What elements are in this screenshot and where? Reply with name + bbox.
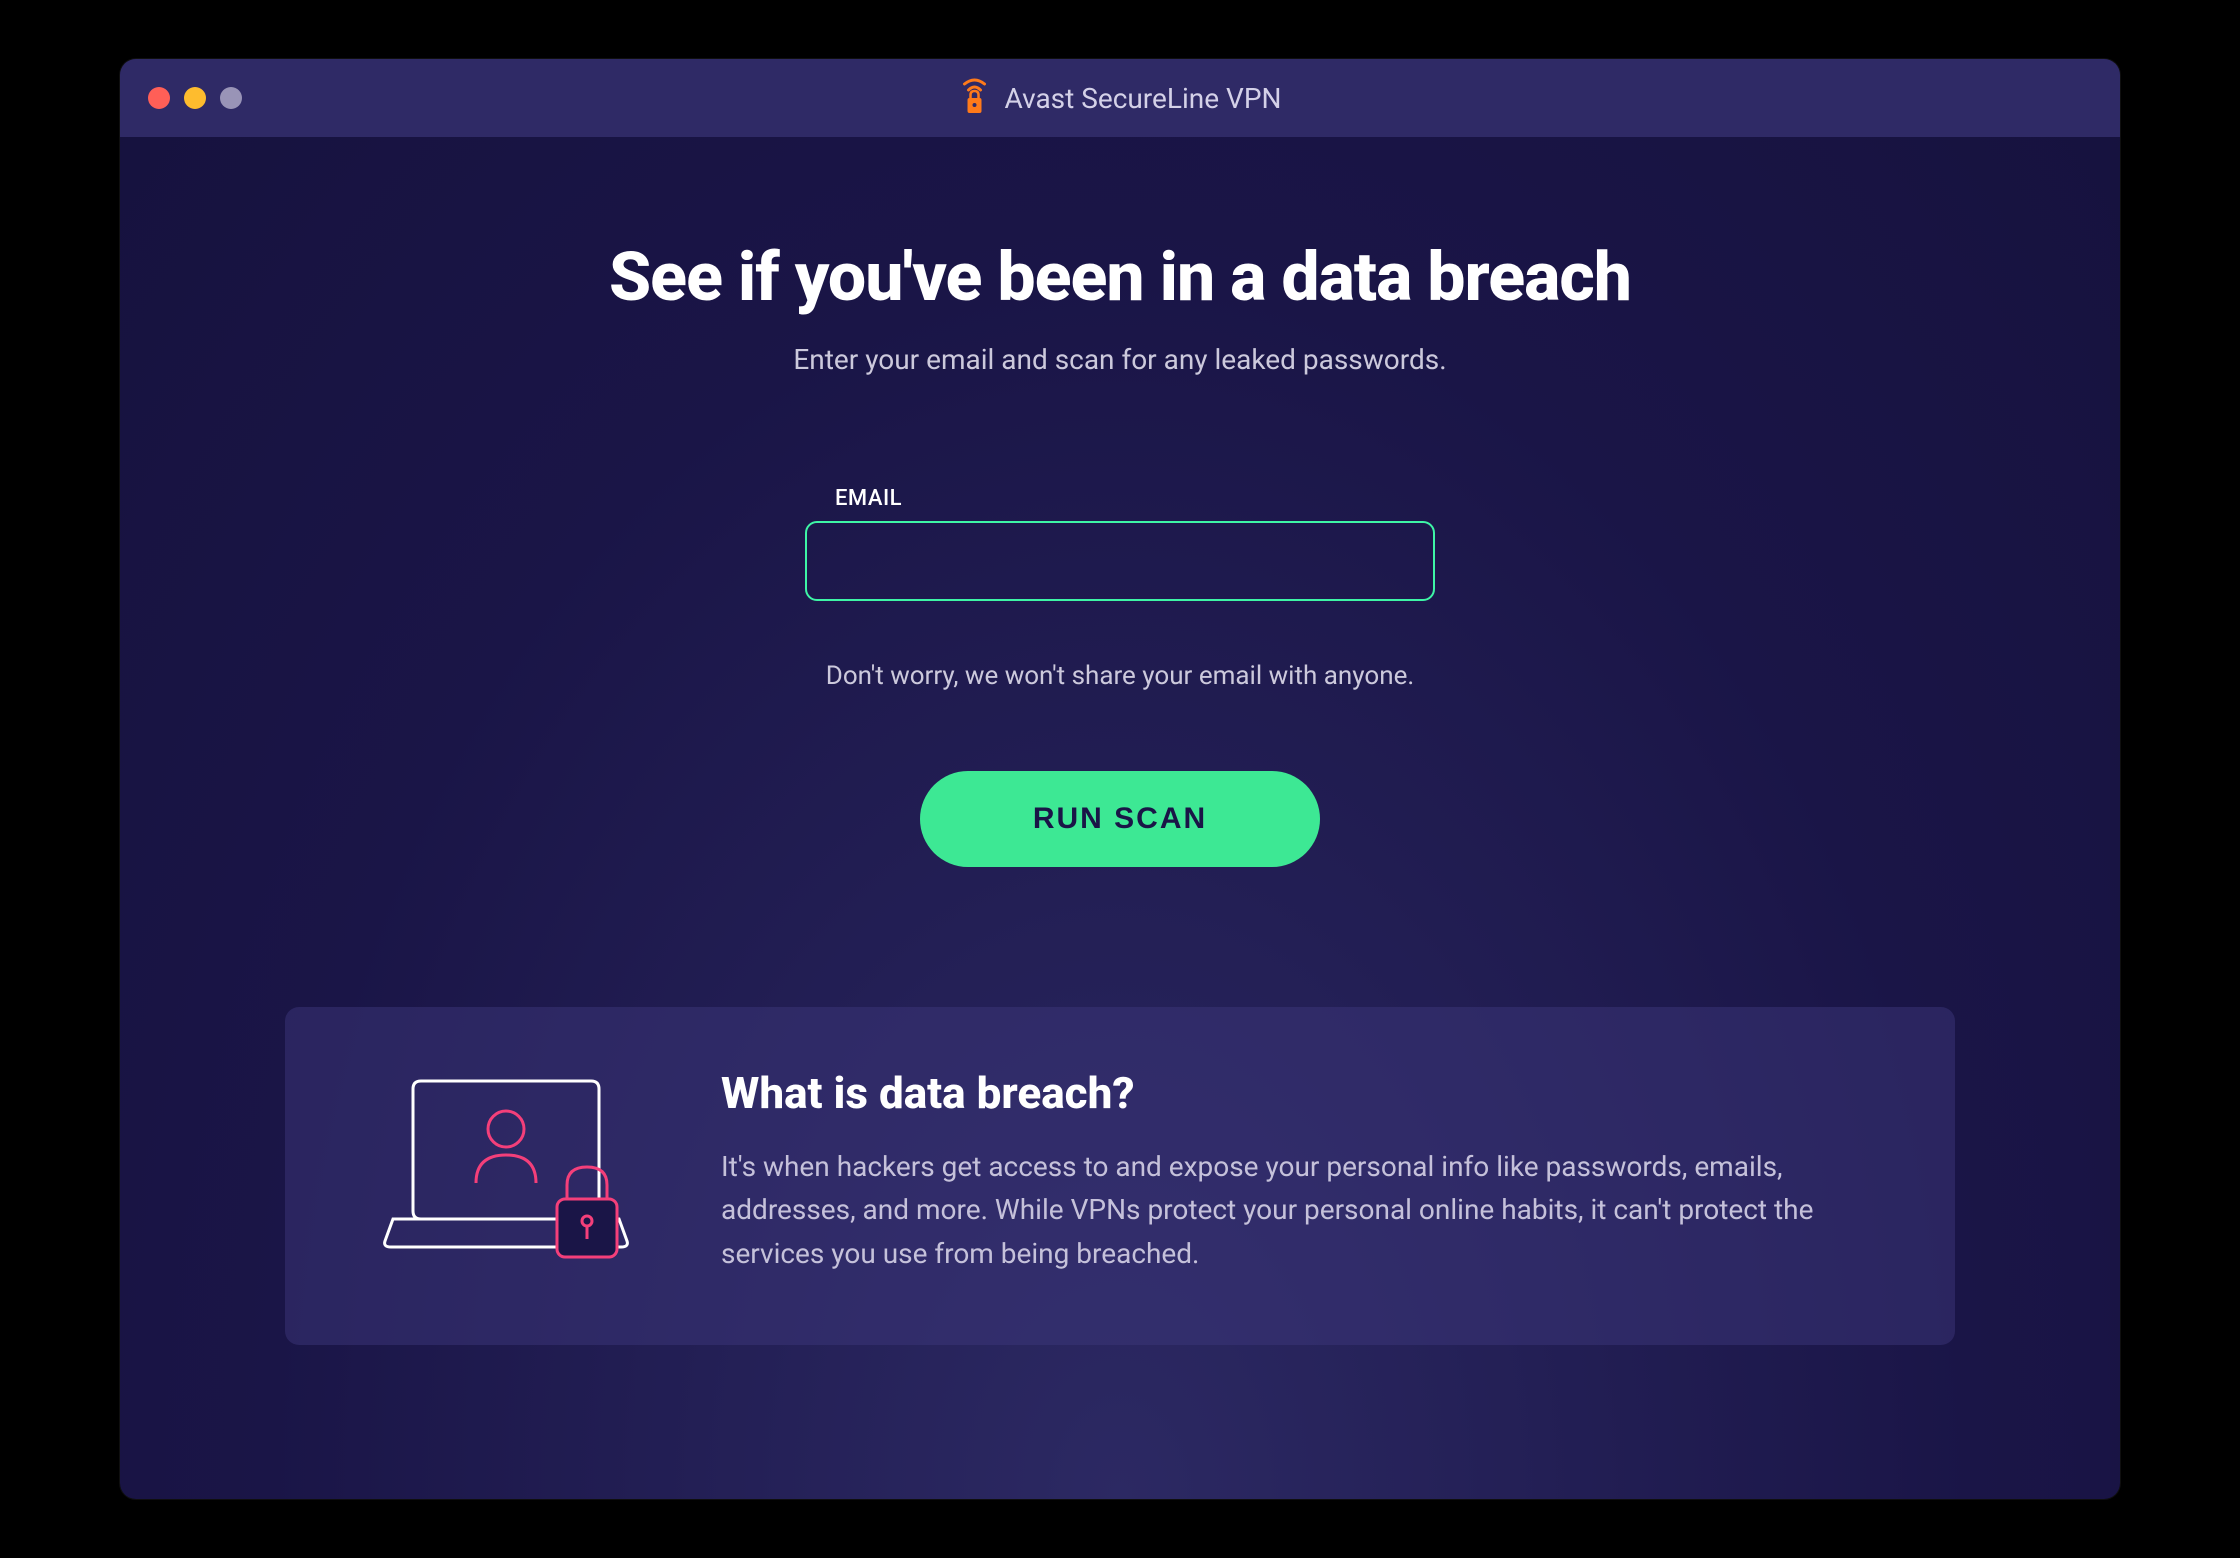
- app-title: Avast SecureLine VPN: [1005, 82, 1282, 115]
- page-subheading: Enter your email and scan for any leaked…: [793, 343, 1446, 376]
- page-heading: See if you've been in a data breach: [609, 237, 1631, 317]
- avast-icon: [959, 78, 991, 118]
- run-scan-button[interactable]: RUN SCAN: [920, 771, 1320, 867]
- minimize-window-button[interactable]: [184, 87, 206, 109]
- titlebar-title-group: Avast SecureLine VPN: [959, 78, 1282, 118]
- info-heading: What is data breach?: [721, 1067, 1891, 1119]
- email-field-wrapper: EMAIL: [805, 486, 1435, 601]
- data-breach-illustration-icon: [381, 1071, 641, 1271]
- privacy-reassurance-text: Don't worry, we won't share your email w…: [826, 661, 1414, 691]
- maximize-window-button[interactable]: [220, 87, 242, 109]
- app-window: Avast SecureLine VPN See if you've been …: [120, 59, 2120, 1499]
- titlebar: Avast SecureLine VPN: [120, 59, 2120, 137]
- email-input[interactable]: [805, 521, 1435, 601]
- email-label: EMAIL: [835, 486, 1435, 511]
- info-panel: What is data breach? It's when hackers g…: [285, 1007, 1955, 1345]
- info-text-group: What is data breach? It's when hackers g…: [721, 1067, 1891, 1275]
- info-body: It's when hackers get access to and expo…: [721, 1145, 1891, 1275]
- close-window-button[interactable]: [148, 87, 170, 109]
- scan-form: EMAIL Don't worry, we won't share your e…: [805, 486, 1435, 867]
- window-controls: [148, 87, 242, 109]
- main-content: See if you've been in a data breach Ente…: [120, 137, 2120, 1345]
